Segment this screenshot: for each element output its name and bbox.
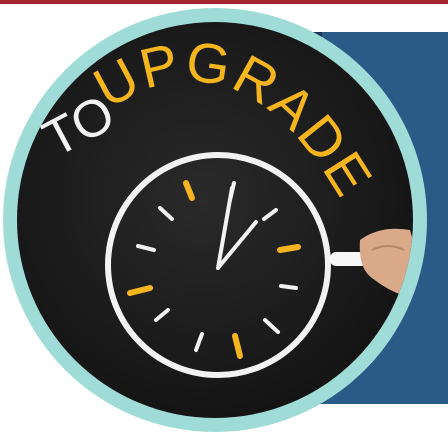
circular-photo: TO UPGRADE — [3, 8, 427, 432]
